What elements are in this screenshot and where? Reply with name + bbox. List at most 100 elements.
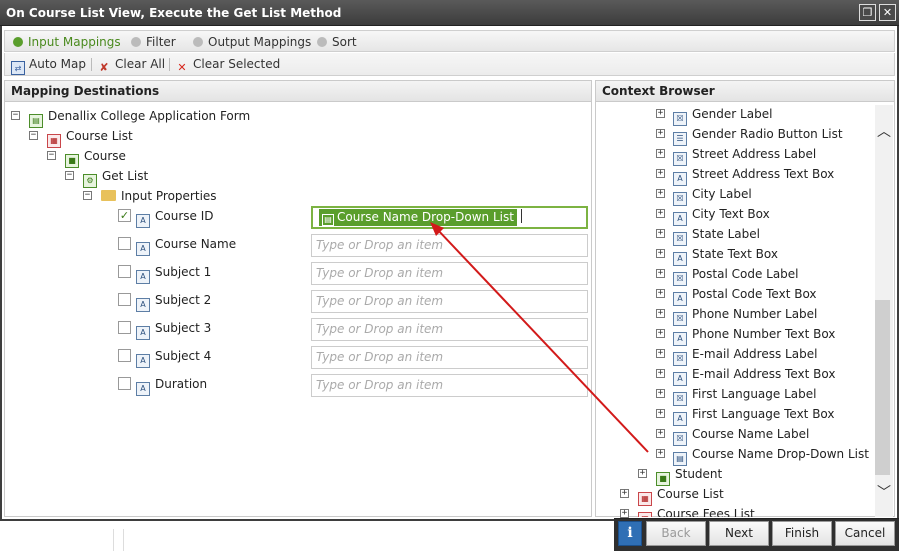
smartobject-icon: ■ (656, 472, 670, 486)
expand-icon[interactable]: + (656, 309, 665, 318)
collapse-icon[interactable]: − (83, 191, 92, 200)
checkbox[interactable] (118, 349, 131, 362)
context-item[interactable]: ☒ Gender Label (673, 105, 772, 126)
tab-sort[interactable]: Sort (317, 34, 357, 50)
info-icon[interactable]: i (618, 521, 642, 546)
toolbar-divider (91, 58, 92, 71)
checkbox[interactable] (118, 293, 131, 306)
expand-icon[interactable]: + (656, 389, 665, 398)
property-icon: A (136, 270, 150, 284)
expand-icon[interactable]: + (620, 509, 629, 518)
close-icon[interactable]: ✕ (879, 4, 896, 21)
context-item[interactable]: ☒ E-mail Address Label (673, 345, 817, 366)
property-label: Subject 2 (155, 293, 212, 307)
collapse-icon[interactable]: − (11, 111, 20, 120)
auto-map-button[interactable]: ⇄ Auto Map (11, 56, 86, 75)
textbox-control-icon: ☰ (673, 132, 687, 146)
checkbox[interactable] (118, 377, 131, 390)
expand-icon[interactable]: + (656, 349, 665, 358)
back-button[interactable]: Back (646, 521, 706, 546)
collapse-icon[interactable]: − (47, 151, 56, 160)
tree-node-form[interactable]: ▤ Denallix College Application Form (29, 107, 250, 128)
checkbox[interactable] (118, 321, 131, 334)
finish-button[interactable]: Finish (772, 521, 832, 546)
next-button[interactable]: Next (709, 521, 769, 546)
context-item[interactable]: A City Text Box (673, 205, 770, 226)
expand-icon[interactable]: + (656, 329, 665, 338)
collapse-icon[interactable]: − (29, 131, 38, 140)
context-item-label: Course List (657, 487, 724, 501)
tab-input-mappings[interactable]: Input Mappings (13, 34, 121, 50)
toolbar: ⇄ Auto Map ✘ Clear All ✕ Clear Selected (4, 53, 895, 76)
expand-icon[interactable]: + (638, 469, 647, 478)
expand-icon[interactable]: + (656, 169, 665, 178)
context-item[interactable]: ☰ Gender Radio Button List (673, 125, 843, 146)
tree-node-view[interactable]: ▦ Course List (47, 127, 133, 148)
mapping-input[interactable]: Type or Drop an item (311, 374, 588, 397)
tab-output-mappings[interactable]: Output Mappings (193, 34, 311, 50)
expand-icon[interactable]: + (656, 109, 665, 118)
expand-icon[interactable]: + (656, 189, 665, 198)
expand-icon[interactable]: + (656, 429, 665, 438)
mapped-item-chip[interactable]: ▤ Course Name Drop-Down List (319, 209, 517, 226)
checkbox[interactable]: ✓ (118, 209, 131, 222)
mapping-input[interactable]: Type or Drop an item (311, 346, 588, 369)
mapping-input[interactable]: Type or Drop an item (311, 234, 588, 257)
context-item[interactable]: ▤ Course Name Drop-Down List (673, 445, 869, 466)
context-item[interactable]: ☒ Phone Number Label (673, 305, 817, 326)
context-item[interactable]: ☒ Street Address Label (673, 145, 816, 166)
mapping-input-course-id[interactable]: ▤ Course Name Drop-Down List (311, 206, 588, 229)
context-item[interactable]: A E-mail Address Text Box (673, 365, 835, 386)
expand-icon[interactable]: + (656, 409, 665, 418)
property-row: A Subject 2 (136, 291, 212, 312)
context-item[interactable]: A Postal Code Text Box (673, 285, 817, 306)
context-item[interactable]: A Phone Number Text Box (673, 325, 836, 346)
property-icon: A (136, 354, 150, 368)
tree-node-input-properties[interactable]: Input Properties (101, 187, 217, 205)
context-item-student[interactable]: ■ Student (656, 465, 722, 486)
tab-filter[interactable]: Filter (131, 34, 176, 50)
scroll-up-icon[interactable]: ︿ (877, 121, 891, 141)
context-item-label: Phone Number Text Box (692, 327, 836, 341)
context-item[interactable]: ☒ Postal Code Label (673, 265, 799, 286)
checkbox[interactable] (118, 265, 131, 278)
context-item-label: First Language Text Box (692, 407, 835, 421)
expand-icon[interactable]: + (656, 269, 665, 278)
expand-icon[interactable]: + (656, 369, 665, 378)
expand-icon[interactable]: + (656, 229, 665, 238)
checkbox[interactable] (118, 237, 131, 250)
expand-icon[interactable]: + (656, 249, 665, 258)
expand-icon[interactable]: + (656, 209, 665, 218)
scroll-down-icon[interactable]: ﹀ (877, 482, 891, 502)
context-item[interactable]: A First Language Text Box (673, 405, 835, 426)
scrollbar-thumb[interactable] (875, 300, 890, 475)
context-item-course-fees-list[interactable]: ▦ Course Fees List (638, 505, 755, 517)
mapping-input[interactable]: Type or Drop an item (311, 262, 588, 285)
context-item[interactable]: A Street Address Text Box (673, 165, 835, 186)
divider (123, 529, 124, 551)
text-cursor (520, 209, 522, 223)
context-item[interactable]: A State Text Box (673, 245, 778, 266)
mapping-input[interactable]: Type or Drop an item (311, 290, 588, 313)
collapse-icon[interactable]: − (65, 171, 74, 180)
context-item[interactable]: ☒ State Label (673, 225, 760, 246)
context-item[interactable]: ☒ Course Name Label (673, 425, 809, 446)
context-item[interactable]: ☒ First Language Label (673, 385, 816, 406)
expand-icon[interactable]: + (656, 129, 665, 138)
expand-icon[interactable]: + (656, 449, 665, 458)
expand-icon[interactable]: + (656, 149, 665, 158)
smartobject-icon: ■ (65, 154, 79, 168)
mapping-input[interactable]: Type or Drop an item (311, 318, 588, 341)
context-item-course-list[interactable]: ▦ Course List (638, 485, 724, 506)
tree-node-smartobject[interactable]: ■ Course (65, 147, 126, 168)
tree-node-method[interactable]: ⚙ Get List (83, 167, 148, 188)
clear-selected-button[interactable]: ✕ Clear Selected (175, 56, 280, 74)
property-label: Duration (155, 377, 208, 391)
expand-icon[interactable]: + (620, 489, 629, 498)
clear-all-button[interactable]: ✘ Clear All (97, 56, 165, 74)
context-item-label: Street Address Text Box (692, 167, 835, 181)
cancel-button[interactable]: Cancel (835, 521, 895, 546)
expand-icon[interactable]: + (656, 289, 665, 298)
restore-icon[interactable]: ❐ (859, 4, 876, 21)
context-item[interactable]: ☒ City Label (673, 185, 752, 206)
